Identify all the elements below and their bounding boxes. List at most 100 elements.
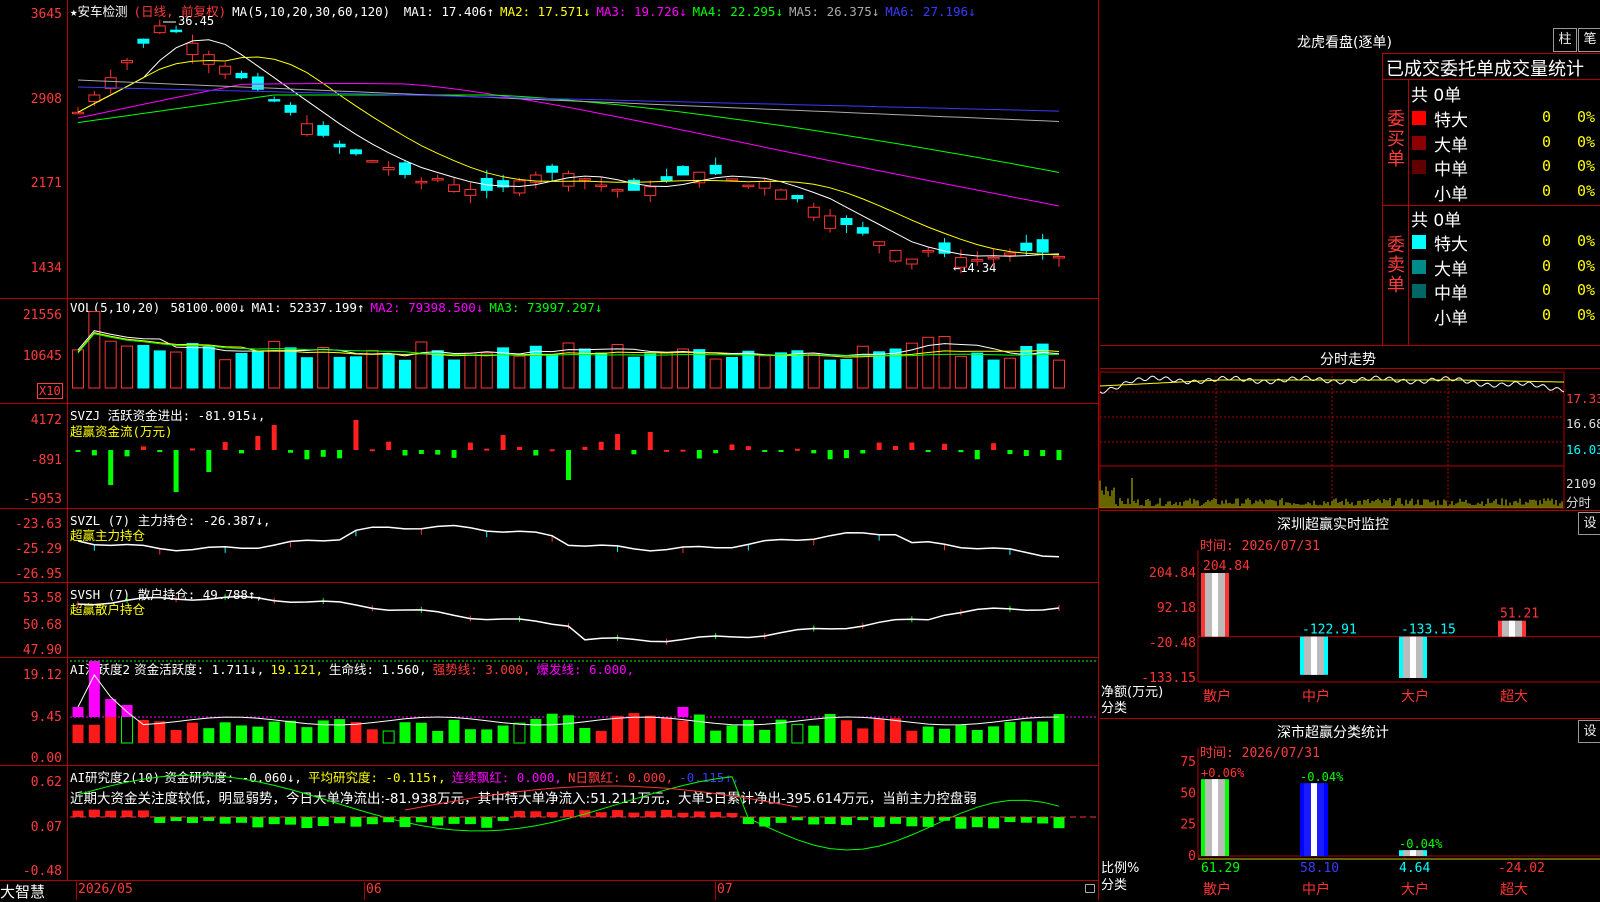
candle-body — [873, 241, 886, 246]
fund-flow-bar — [1007, 450, 1013, 455]
volume-bar — [742, 350, 755, 389]
research-bar — [988, 817, 1000, 829]
candle-body — [987, 256, 1000, 260]
candle-body — [546, 165, 559, 173]
activity-bar — [448, 719, 460, 743]
fund-flow-chart[interactable] — [0, 403, 1098, 508]
candle-body — [170, 29, 183, 33]
activity-bar — [121, 715, 134, 744]
volume-bar — [448, 359, 461, 389]
activity-bar — [481, 729, 493, 743]
volume-bar — [791, 350, 804, 389]
fund-flow-bar — [484, 448, 490, 451]
fund-flow-bar — [1056, 450, 1062, 460]
fund-flow-bar — [762, 450, 768, 452]
sz-class-chart[interactable]: 75 50 25 0 +0.06% 61.29 散户 -0.04% 58.10 中户 -0.04% 4… — [1100, 718, 1600, 900]
sz-class-bar-value: 61.29 — [1201, 861, 1240, 876]
activity-bar — [661, 717, 673, 743]
fund-flow-bar — [794, 448, 800, 451]
fund-flow-bar — [680, 449, 686, 452]
fund-flow-bar — [631, 450, 637, 455]
ai-research-chart[interactable] — [0, 765, 1098, 880]
volume-bar — [856, 345, 869, 389]
volume-bar — [758, 355, 771, 389]
research-bar — [252, 817, 264, 828]
activity-peak — [72, 707, 84, 717]
activity-bar — [890, 718, 901, 743]
volume-bar — [366, 349, 379, 389]
candle-body — [235, 72, 248, 79]
buy-row-count-2: 0 — [1542, 157, 1552, 175]
volume-bar — [104, 340, 117, 389]
volume-bar — [807, 353, 820, 389]
research-bar — [1053, 817, 1065, 829]
sell-row-label-3: 小单 — [1434, 308, 1468, 329]
sz-monitor-bar-value: -133.15 — [1401, 623, 1456, 638]
candle-body — [954, 257, 967, 268]
volume-bar — [399, 359, 411, 389]
volume-bar — [660, 352, 673, 389]
intraday-chart[interactable] — [1099, 368, 1600, 510]
fund-flow-bar — [974, 450, 980, 460]
pen-view-button[interactable]: 笔 — [1578, 28, 1600, 52]
sz-monitor-cat: 散户 — [1203, 688, 1231, 705]
activity-bar — [988, 726, 1000, 743]
activity-bar — [268, 721, 280, 743]
ai-activity-chart[interactable] — [0, 657, 1098, 765]
candle-body — [791, 194, 804, 200]
volume-bar — [1053, 359, 1065, 389]
fund-flow-bar — [255, 436, 261, 450]
candle-body — [382, 167, 395, 171]
sz-class-y-label: 0 — [1188, 849, 1196, 864]
fund-flow-bar — [1040, 450, 1046, 457]
bar-view-button[interactable]: 柱 — [1553, 28, 1577, 52]
sz-class-bar-value: -24.02 — [1498, 861, 1545, 876]
sell-row-label-0: 特大 — [1434, 235, 1468, 255]
research-bar — [1037, 817, 1049, 824]
sell-row-count-3: 0 — [1542, 305, 1552, 324]
fund-flow-bar — [615, 434, 621, 450]
candlestick-chart[interactable] — [0, 0, 1098, 298]
activity-bar — [334, 719, 346, 743]
activity-bar — [513, 722, 526, 744]
volume-bar — [464, 352, 477, 389]
volume-bar — [137, 344, 150, 389]
sz-monitor-bar-value: 204.84 — [1203, 559, 1250, 574]
buy-row-label-1: 大单 — [1434, 135, 1468, 156]
candle-body — [1036, 239, 1049, 253]
candle-body — [300, 123, 313, 135]
fund-flow-bar — [386, 441, 392, 450]
volume-bar — [954, 355, 967, 389]
volume-bar — [153, 350, 166, 389]
main-position-chart[interactable] — [0, 508, 1098, 582]
activity-bar — [677, 720, 689, 743]
candle-body — [268, 99, 281, 102]
activity-bar — [88, 724, 100, 743]
activity-bar — [366, 729, 378, 743]
fund-flow-bar — [173, 450, 179, 492]
activity-bar — [137, 719, 149, 743]
research-bar — [873, 817, 885, 828]
retail-position-chart[interactable] — [0, 582, 1098, 657]
lock-icon[interactable] — [1085, 884, 1095, 893]
brand-logo[interactable]: 大智慧 — [0, 881, 45, 902]
sz-class-change: -0.04% — [1399, 837, 1443, 851]
volume-chart[interactable] — [0, 298, 1098, 403]
intraday-price-2: 16.03 — [1566, 442, 1600, 457]
activity-bar — [546, 713, 558, 743]
candle-body — [284, 104, 297, 113]
fund-flow-bar — [239, 450, 244, 454]
fund-flow-bar — [566, 450, 571, 480]
candle-body — [840, 217, 853, 226]
research-bar — [72, 810, 84, 817]
sell-side-label: 委卖单 — [1387, 235, 1405, 296]
fund-flow-bar — [500, 435, 506, 450]
research-bar — [268, 817, 280, 825]
sz-class-bar-value: 4.64 — [1399, 861, 1430, 876]
activity-bar — [759, 729, 771, 743]
activity-bar — [693, 714, 705, 743]
activity-bar — [219, 722, 231, 743]
buy-row-count-0: 0 — [1542, 108, 1552, 126]
candle-body — [971, 259, 984, 262]
sz-monitor-chart[interactable]: 204.84 92.18 -20.48 -133.15 204.84 散户 -122.91 中… — [1100, 510, 1600, 715]
